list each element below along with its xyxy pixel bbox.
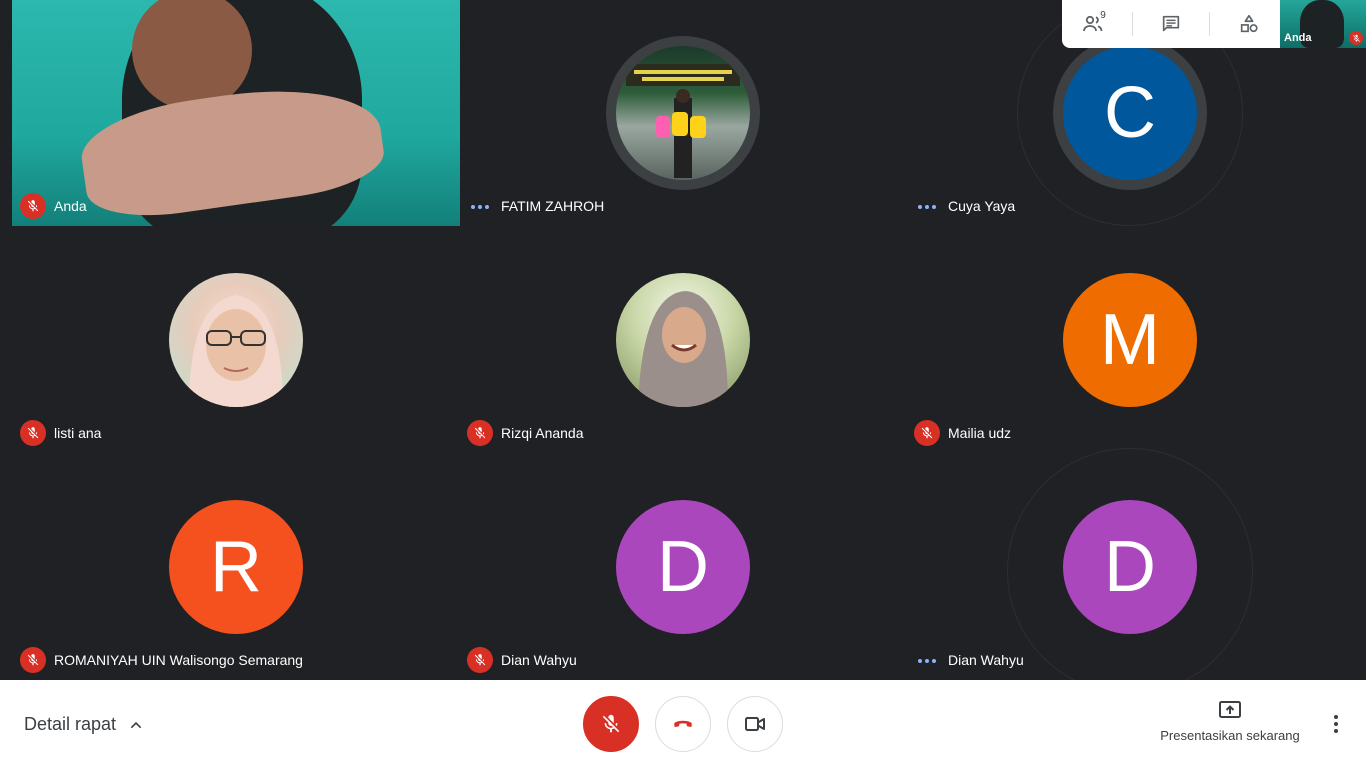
divider — [1209, 12, 1211, 36]
chevron-up-icon — [130, 721, 142, 728]
mic-off-icon — [20, 420, 46, 446]
self-view-thumbnail[interactable]: Anda — [1280, 0, 1366, 48]
bottom-control-bar: Detail rapat Presentasikan sekarang — [0, 680, 1366, 768]
participants-button[interactable]: 9 — [1069, 0, 1117, 48]
participant-name: FATIM ZAHROH — [501, 198, 605, 214]
chat-button[interactable] — [1147, 0, 1195, 48]
more-options-button[interactable] — [1324, 712, 1348, 736]
video-camera-icon — [745, 717, 765, 731]
mic-off-icon — [467, 647, 493, 673]
present-screen-icon — [1219, 701, 1241, 718]
activities-button[interactable] — [1225, 0, 1273, 48]
divider — [1131, 12, 1133, 36]
mic-off-icon — [1349, 31, 1363, 45]
participant-tile[interactable]: R ROMANIYAH UIN Walisongo Semarang — [12, 454, 460, 680]
participant-tile[interactable]: listi ana — [12, 227, 460, 453]
participant-name: Cuya Yaya — [948, 198, 1016, 214]
leave-call-button[interactable] — [655, 696, 711, 752]
avatar — [616, 273, 750, 407]
participant-tile[interactable]: Rizqi Ananda — [459, 227, 907, 453]
avatar: C — [1063, 46, 1197, 180]
avatar — [169, 273, 303, 407]
speaking-indicator-icon — [918, 204, 936, 210]
meeting-details-label: Detail rapat — [24, 714, 117, 734]
participant-name: Rizqi Ananda — [501, 425, 584, 441]
mic-off-icon — [914, 420, 940, 446]
present-now-button[interactable]: Presentasikan sekarang — [1152, 700, 1308, 743]
mic-off-icon — [20, 647, 46, 673]
meeting-details-button[interactable]: Detail rapat — [24, 714, 144, 735]
speaking-indicator-icon — [471, 204, 489, 210]
mic-toggle-button[interactable] — [583, 696, 639, 752]
participant-name: Mailia udz — [948, 425, 1012, 441]
participant-tile[interactable]: FATIM ZAHROH — [459, 0, 907, 226]
shapes-icon — [1240, 14, 1258, 33]
avatar: D — [616, 500, 750, 634]
avatar: M — [1063, 273, 1197, 407]
participant-tile[interactable]: D Dian Wahyu — [459, 454, 907, 680]
participant-tile[interactable]: M Mailia udz — [906, 227, 1354, 453]
mic-off-icon — [20, 193, 46, 219]
camera-toggle-button[interactable] — [727, 696, 783, 752]
self-view-label: Anda — [1284, 32, 1312, 44]
participant-name: ROMANIYAH UIN Walisongo Semarang — [54, 652, 303, 668]
avatar: R — [169, 500, 303, 634]
speaking-indicator-icon — [918, 658, 936, 664]
hang-up-icon — [674, 720, 692, 727]
participant-name: Dian Wahyu — [501, 652, 577, 668]
participant-name: Dian Wahyu — [948, 652, 1024, 668]
chat-icon — [1162, 15, 1180, 32]
present-now-label: Presentasikan sekarang — [1160, 728, 1300, 743]
participant-tile-self[interactable]: Anda — [12, 0, 460, 226]
more-vert-icon — [1334, 715, 1338, 733]
participant-name: listi ana — [54, 425, 102, 441]
mic-off-icon — [467, 420, 493, 446]
participant-name: Anda — [54, 198, 87, 214]
meeting-side-panel-buttons: 9 — [1062, 0, 1280, 48]
participants-count-badge: 9 — [1100, 10, 1106, 21]
participant-grid: Anda FATIM ZAHROH C Cuya Yaya listi ana … — [12, 0, 1354, 694]
avatar — [616, 46, 750, 180]
participant-tile[interactable]: D Dian Wahyu — [906, 448, 1354, 694]
avatar: D — [1063, 500, 1197, 634]
self-video-feed — [12, 0, 460, 226]
mic-off-icon — [602, 714, 620, 733]
